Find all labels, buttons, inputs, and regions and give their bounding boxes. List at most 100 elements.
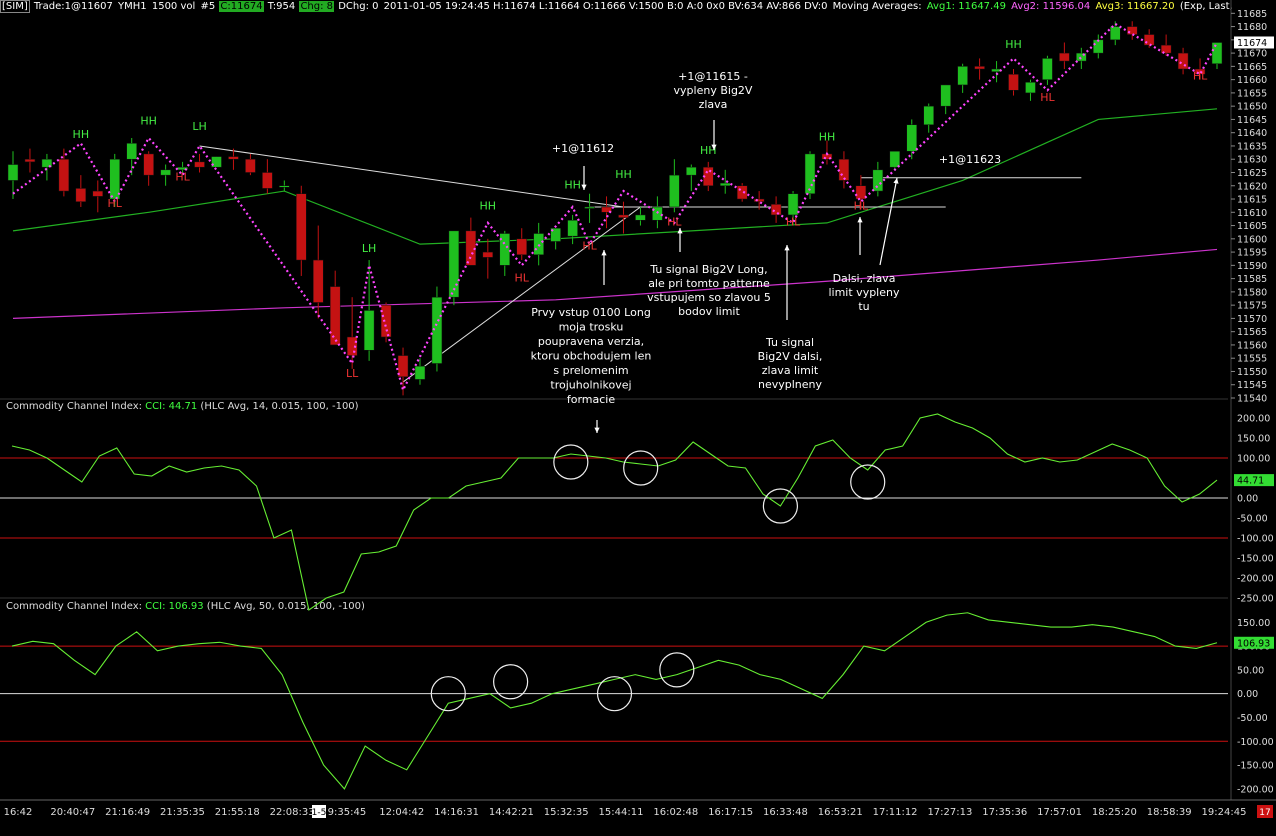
time-tick-label: 15:32:35: [544, 807, 589, 818]
price-tick-label: 11680: [1237, 22, 1267, 33]
cci14-tick-label: -50.00: [1237, 514, 1268, 525]
annotation-filled-note: limit vypleny: [828, 286, 899, 299]
swing-label: HH: [819, 131, 836, 144]
annotation-big2v-long-note: Tu signal Big2V Long,: [649, 263, 767, 276]
annotation-entry-2: vypleny Big2V: [674, 84, 753, 97]
candle-body: [719, 182, 731, 187]
annotation-first-entry-note: s prelomenim: [553, 364, 628, 377]
candle-body: [312, 259, 324, 303]
cci14-highlight-circle: [553, 444, 589, 480]
candle-body: [855, 185, 867, 200]
candle-body: [1177, 52, 1189, 70]
up-arrow-head: [677, 228, 683, 234]
candle-body: [414, 365, 426, 380]
price-tick-label: 11565: [1237, 327, 1267, 338]
candle-body: [1126, 26, 1138, 35]
annotation-entry-2: +1@11615 -: [678, 70, 748, 83]
candle-body: [872, 169, 884, 192]
annotation-first-entry-note: trojuholnikovej: [550, 379, 631, 392]
candle-body: [618, 214, 629, 218]
annotation-big2v-long-note: ale pri tomto patterne: [648, 277, 770, 290]
price-tick-label: 11620: [1237, 181, 1267, 192]
candle-body: [126, 143, 137, 160]
cci14-tick-label: 150.00: [1237, 434, 1270, 445]
swing-label: HH: [73, 128, 90, 141]
time-tick-label: 18:58:39: [1147, 807, 1192, 818]
time-tick-label: 16:02:48: [653, 807, 698, 818]
time-tick-label: 17:57:01: [1037, 807, 1082, 818]
price-tick-label: 11595: [1237, 248, 1267, 259]
cci14-tick-label: -250.00: [1237, 594, 1274, 605]
annotation-entry-2: zlava: [699, 98, 728, 111]
price-tick-label: 11635: [1237, 141, 1267, 152]
candle-body: [194, 161, 205, 168]
candle-body: [669, 174, 680, 208]
swing-label: HL: [175, 170, 190, 183]
time-tick-label: 22:08:33: [270, 807, 315, 818]
swing-label: HL: [515, 271, 530, 284]
time-tick-label: 19:24:45: [1202, 807, 1247, 818]
candle-body: [736, 185, 748, 200]
annotation-big2v-long-note: bodov limit: [678, 305, 740, 318]
time-tick-label: 21:35:35: [160, 807, 205, 818]
candle-body: [1025, 82, 1036, 94]
annotation-big2v-next-note: Tu signal: [765, 336, 814, 349]
candle-body: [1143, 34, 1155, 46]
chart-window: [SIM] Trade:1@11607 YMH1 1500 vol #5 C:1…: [0, 0, 1276, 836]
candle-body: [24, 158, 36, 163]
candle-body: [974, 66, 985, 70]
annotation-big2v-next-note: zlava limit: [762, 364, 819, 377]
cci50-tick-label: 0.00: [1237, 689, 1258, 700]
annotation-first-entry-note: Prvy vstup 0100 Long: [531, 306, 651, 319]
candle-body: [448, 230, 460, 298]
candle-body: [923, 105, 934, 125]
price-tick-label: 11630: [1237, 155, 1267, 166]
cci14-line: [11, 413, 1218, 611]
candle-body: [770, 204, 782, 216]
swing-label: HL: [854, 200, 869, 213]
candle-body: [889, 151, 901, 168]
swing-label: HH: [564, 178, 581, 191]
candle-body: [533, 233, 544, 255]
price-tick-label: 11645: [1237, 115, 1267, 126]
down-arrow-head: [581, 184, 587, 190]
annotation-first-entry-note: moja trosku: [559, 321, 624, 334]
candle-body: [363, 310, 375, 351]
price-tick-label: 11545: [1237, 380, 1267, 391]
price-tick-label: 11670: [1237, 49, 1267, 60]
cci14-tick-label: -200.00: [1237, 574, 1274, 585]
price-tick-label: 11615: [1237, 195, 1267, 206]
candle-body: [245, 158, 256, 173]
cci50-tick-label: 50.00: [1237, 665, 1264, 676]
cci14-tick-label: -150.00: [1237, 554, 1274, 565]
candle-body: [1110, 26, 1121, 41]
candle-body: [957, 66, 968, 86]
time-tick-label: 21:55:18: [215, 807, 260, 818]
cci50-current-label: 106.93: [1237, 638, 1270, 649]
current-price-label: 11674: [1237, 38, 1267, 49]
time-tick-label: 16:42: [4, 807, 33, 818]
swing-label: HL: [667, 216, 682, 229]
annotation-filled-note: tu: [858, 300, 869, 313]
cci50-line: [11, 612, 1218, 790]
annotation-big2v-next-note: nevyplneny: [758, 378, 823, 391]
cci50-tick-label: 150.00: [1237, 618, 1270, 629]
up-arrow-head: [601, 250, 607, 256]
price-tick-label: 11685: [1237, 9, 1267, 20]
candle-body: [1042, 58, 1053, 80]
time-tick-label: 18:25:20: [1092, 807, 1137, 818]
annotation-entry-3: +1@11623: [939, 153, 1001, 166]
price-tick-label: 11660: [1237, 75, 1267, 86]
swing-label: HH: [615, 168, 632, 181]
candle-body: [787, 193, 799, 216]
time-tick-label: 15:44:11: [599, 807, 644, 818]
cci50-highlight-circle: [659, 652, 695, 688]
chart-canvas[interactable]: 1168511680116751167011665116601165511650…: [0, 0, 1276, 836]
cci14-tick-label: -100.00: [1237, 534, 1274, 545]
time-tick-label: 14:16:31: [434, 807, 479, 818]
swing-label: HL: [1193, 70, 1208, 83]
swing-label: HH: [140, 115, 157, 128]
swing-label: HL: [108, 197, 123, 210]
price-tick-label: 11655: [1237, 88, 1267, 99]
candle-body: [279, 185, 290, 188]
